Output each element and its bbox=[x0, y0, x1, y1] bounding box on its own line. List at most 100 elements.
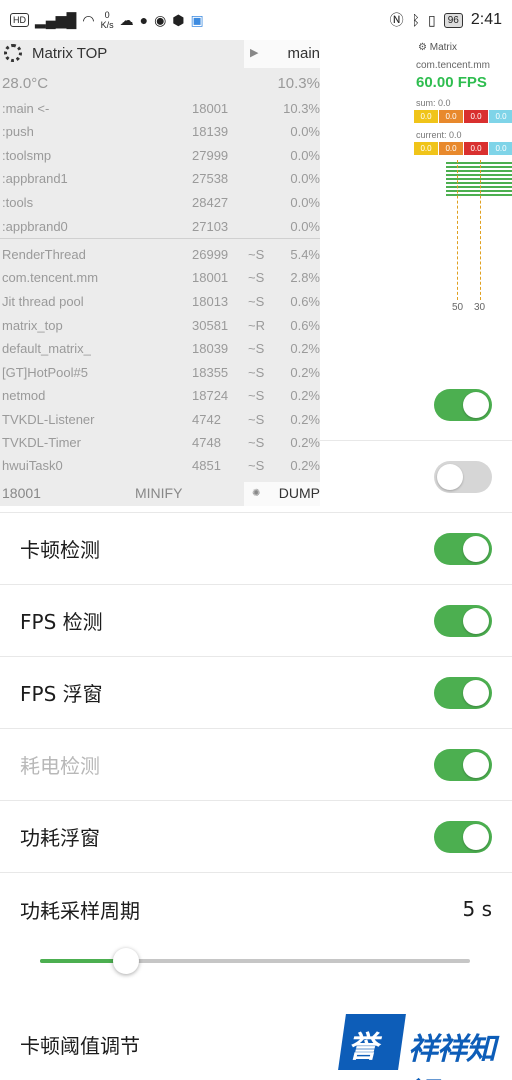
setting-label: FPS 检测 bbox=[20, 610, 103, 634]
thread-cpu: 0.2% bbox=[290, 365, 320, 380]
process-name: :push bbox=[2, 124, 34, 139]
setting-row-power-detect[interactable]: 耗电检测 bbox=[0, 729, 512, 801]
thread-name: default_matrix_ bbox=[2, 341, 91, 356]
thread-row: RenderThread 26999 ~S 5.4% bbox=[0, 247, 320, 267]
dump-label: DUMP bbox=[278, 485, 320, 501]
wechat-icon: ● bbox=[139, 12, 149, 28]
process-row: :toolsmp 27999 0.0% bbox=[0, 148, 320, 168]
fps-bar bbox=[446, 178, 512, 180]
toggle-knob bbox=[463, 607, 489, 634]
chat-icon: ◉ bbox=[154, 12, 167, 28]
matrix-title: Matrix TOP bbox=[32, 45, 108, 62]
footer-pid: 18001 bbox=[2, 485, 41, 501]
fps-threshold-line-50 bbox=[457, 160, 458, 300]
toggle-switch[interactable] bbox=[434, 460, 492, 493]
slider-thumb[interactable] bbox=[113, 948, 139, 974]
thread-cpu: 0.6% bbox=[290, 294, 320, 309]
thread-cpu: 0.2% bbox=[290, 435, 320, 450]
setting-row-fps-float[interactable]: FPS 浮窗 bbox=[0, 657, 512, 729]
matrix-main-tab[interactable]: ▶ main bbox=[244, 40, 320, 68]
setting-row-sample-period: 功耗采样周期 5 s bbox=[0, 873, 512, 945]
setting-label: 功耗采样周期 bbox=[20, 898, 140, 923]
thread-row: default_matrix_ 18039 ~S 0.2% bbox=[0, 341, 320, 361]
thread-name: TVKDL-Listener bbox=[2, 412, 95, 427]
process-row: :appbrand1 27538 0.0% bbox=[0, 171, 320, 191]
thread-cpu: 0.2% bbox=[290, 412, 320, 427]
power-detect-toggle[interactable] bbox=[434, 748, 492, 781]
fps-bar bbox=[446, 174, 512, 176]
process-row: :main <- 18001 10.3% bbox=[0, 101, 320, 121]
fps-sum-label: sum: 0.0 bbox=[416, 98, 451, 108]
app-icon: ⬢ bbox=[172, 12, 185, 28]
fps-bar bbox=[446, 186, 512, 188]
process-name: :appbrand0 bbox=[2, 219, 68, 234]
main-tab-label: main bbox=[287, 45, 320, 62]
fps-cell: 0.0 bbox=[439, 110, 463, 123]
process-row: :appbrand0 27103 0.0% bbox=[0, 219, 320, 239]
thread-state: ~R bbox=[248, 318, 265, 333]
thread-name: matrix_top bbox=[2, 318, 63, 333]
thread-id: 30581 bbox=[192, 318, 229, 333]
record-dot-icon: ✺ bbox=[252, 488, 261, 499]
thread-id: 18724 bbox=[192, 388, 229, 403]
thread-state: ~S bbox=[248, 247, 265, 262]
status-right: Ⓝ ᛒ ▯ 96 2:41 bbox=[390, 11, 502, 29]
thread-state: ~S bbox=[248, 294, 265, 309]
setting-row-fps-detect[interactable]: FPS 检测 bbox=[0, 585, 512, 657]
sample-period-slider[interactable] bbox=[40, 948, 470, 974]
net-speed-unit: K/s bbox=[100, 20, 114, 30]
minify-button[interactable]: MINIFY bbox=[135, 485, 182, 501]
power-float-toggle[interactable] bbox=[434, 820, 492, 853]
fps-axis-label: 50 bbox=[452, 302, 464, 313]
fps-title-text: Matrix bbox=[429, 42, 457, 53]
process-name: :toolsmp bbox=[2, 148, 52, 163]
fps-bar bbox=[446, 190, 512, 192]
play-icon: ▶ bbox=[250, 47, 259, 59]
fps-cell: 0.0 bbox=[414, 142, 438, 155]
fps-detect-toggle[interactable] bbox=[434, 604, 492, 637]
thread-name: RenderThread bbox=[2, 247, 86, 262]
setting-row-lag-detect[interactable]: 卡顿检测 bbox=[0, 513, 512, 585]
toggle-knob bbox=[463, 391, 489, 418]
battery-icon: 96 bbox=[443, 12, 463, 28]
matrix-top-overlay[interactable]: Matrix TOP ▶ main 28.0°C 10.3% :main <- … bbox=[0, 40, 320, 506]
thread-state: ~S bbox=[248, 458, 265, 473]
thread-id: 18355 bbox=[192, 365, 229, 380]
fps-value: 60.00 FPS bbox=[416, 74, 487, 91]
fps-float-window[interactable]: ⚙ Matrix com.tencent.mm 60.00 FPS sum: 0… bbox=[412, 40, 512, 320]
fps-title: ⚙ Matrix bbox=[418, 42, 457, 53]
process-cpu: 0.0% bbox=[290, 171, 320, 186]
thread-state: ~S bbox=[248, 435, 265, 450]
fps-cell: 0.0 bbox=[439, 142, 463, 155]
thread-cpu: 0.2% bbox=[290, 458, 320, 473]
thread-id: 18013 bbox=[192, 294, 229, 309]
cell-signal-icon: ▂▄▆█ bbox=[35, 12, 77, 28]
thread-cpu: 2.8% bbox=[290, 270, 320, 285]
setting-label: 耗电检测 bbox=[20, 754, 100, 778]
toggle-switch[interactable] bbox=[434, 388, 492, 421]
app-icon-blue: ▣ bbox=[190, 12, 204, 28]
process-pid: 27538 bbox=[192, 171, 229, 186]
matrix-logo-icon bbox=[4, 44, 22, 62]
thread-row: netmod 18724 ~S 0.2% bbox=[0, 388, 320, 408]
fps-bar bbox=[446, 182, 512, 184]
dump-button[interactable]: ✺ DUMP bbox=[244, 482, 320, 506]
lag-detect-toggle[interactable] bbox=[434, 532, 492, 565]
setting-row-power-float[interactable]: 功耗浮窗 bbox=[0, 801, 512, 873]
fps-threshold-line-30 bbox=[480, 160, 481, 300]
matrix-footer: 18001 MINIFY ✺ DUMP bbox=[0, 482, 320, 506]
temperature: 28.0°C bbox=[2, 75, 49, 92]
process-pid: 18139 bbox=[192, 124, 229, 139]
status-left: HD ▂▄▆█ ◠ 0 K/s ☁ ● ◉ ⬢ ▣ bbox=[10, 10, 204, 30]
process-row: :push 18139 0.0% bbox=[0, 124, 320, 144]
toggle-knob bbox=[437, 463, 463, 490]
process-name: :tools bbox=[2, 195, 34, 210]
fps-sum-cells: 0.0 0.0 0.0 0.0 bbox=[414, 110, 512, 123]
fps-float-toggle[interactable] bbox=[434, 676, 492, 709]
fps-cell: 0.0 bbox=[464, 142, 488, 155]
process-pid: 28427 bbox=[192, 195, 229, 210]
fps-bar bbox=[446, 194, 512, 196]
process-pid: 27999 bbox=[192, 148, 229, 163]
thread-cpu: 0.6% bbox=[290, 318, 320, 333]
process-name: :main <- bbox=[2, 101, 50, 116]
